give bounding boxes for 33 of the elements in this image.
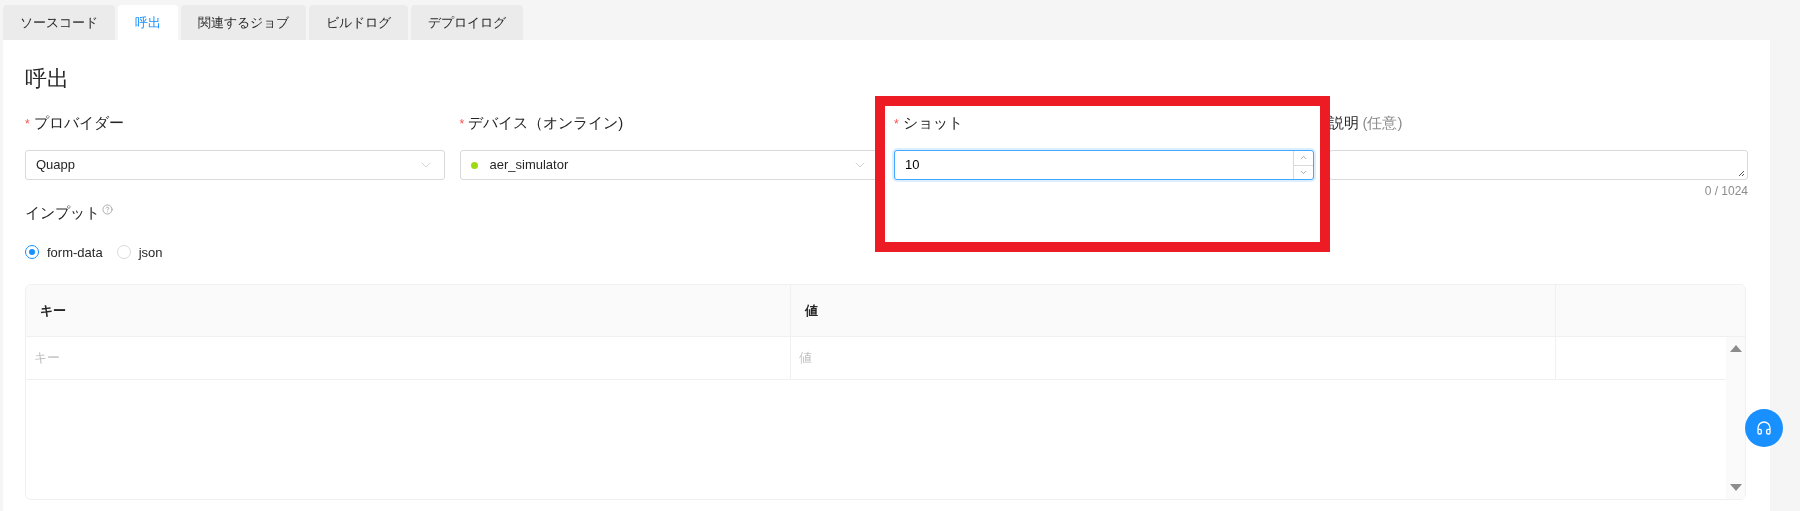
help-icon[interactable]	[102, 204, 113, 215]
value-input[interactable]: 値	[799, 348, 1547, 368]
resize-handle-icon	[1738, 170, 1745, 177]
support-button[interactable]	[1745, 409, 1783, 447]
select-value: aer_simulator	[489, 156, 570, 175]
column-header: キー	[26, 285, 791, 336]
input-label: インプット	[25, 203, 100, 223]
scroll-down-icon[interactable]	[1729, 484, 1742, 491]
required-mark: *	[894, 116, 899, 133]
stepper[interactable]	[1292, 151, 1313, 179]
radio-option[interactable]: form-data	[25, 242, 103, 262]
radio-option[interactable]: json	[116, 242, 163, 262]
character-counter: 0 / 1024	[1704, 183, 1748, 200]
tab[interactable]: ソースコード	[3, 5, 115, 40]
number-field[interactable]: 10	[894, 150, 1314, 180]
required-mark: *	[459, 116, 465, 133]
field-label: デバイス（オンライン)	[468, 113, 624, 133]
optional-note: (任意)	[1362, 113, 1403, 133]
select-value: Quapp	[36, 156, 77, 175]
column-header: 値	[791, 285, 1556, 336]
description-field[interactable]	[1328, 150, 1748, 180]
tab[interactable]: ビルドログ	[309, 5, 408, 40]
page-title: 呼出	[25, 65, 70, 93]
field-label: ショット	[902, 113, 963, 133]
field-label: プロバイダー	[33, 113, 124, 133]
select-field[interactable]: Quapp	[25, 150, 445, 180]
tab[interactable]: 関連するジョブ	[181, 5, 306, 40]
required-mark: *	[25, 116, 30, 133]
scroll-up-icon[interactable]	[1729, 345, 1742, 352]
scrollbar[interactable]	[1726, 337, 1745, 499]
tab[interactable]: デプロイログ	[411, 5, 523, 40]
number-value: 10	[904, 156, 921, 175]
headphones-icon	[1756, 420, 1772, 436]
